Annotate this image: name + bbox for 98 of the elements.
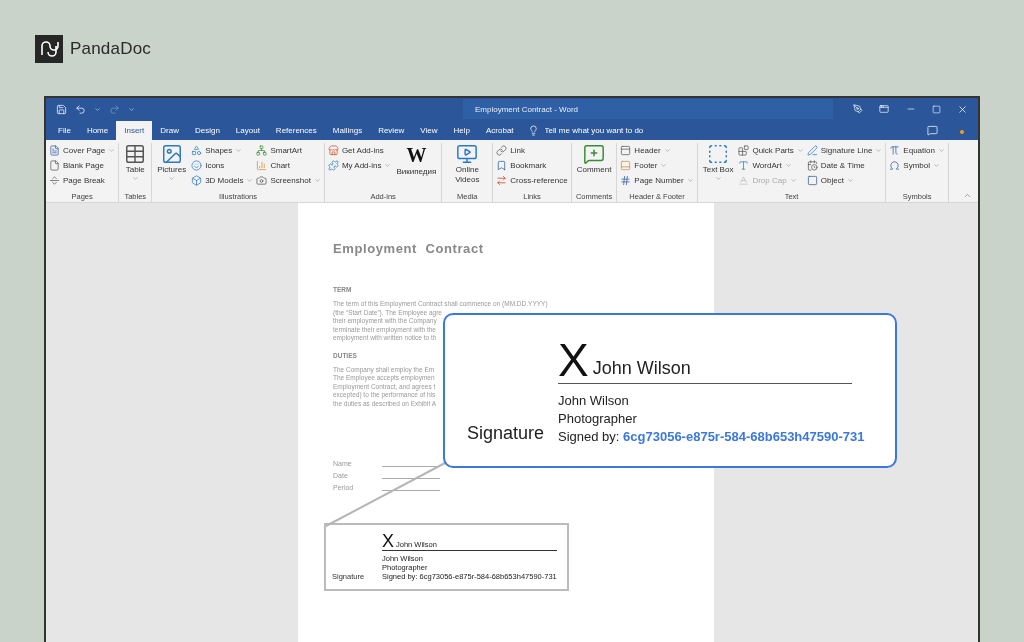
link-icon [496, 145, 508, 156]
ribbon-button[interactable]: Signature Line [806, 143, 883, 158]
signature-label: Signature [467, 423, 546, 444]
page-break-icon [49, 175, 60, 186]
lightbulb-icon [527, 125, 539, 136]
ribbon-tab[interactable]: Review [370, 121, 413, 140]
ribbon-button[interactable]: Table [122, 143, 149, 191]
caret-icon [128, 105, 135, 113]
video-icon [456, 143, 479, 165]
ribbon-button[interactable]: Chart [256, 158, 321, 173]
object-icon [806, 175, 818, 186]
ribbon-tab[interactable]: Insert [116, 121, 153, 140]
ribbon-button[interactable]: Object [806, 173, 883, 188]
text-box-icon [707, 143, 730, 165]
ribbon-button[interactable]: Quick Parts [738, 143, 804, 158]
comment-icon [583, 143, 605, 165]
comment-icon [927, 125, 938, 136]
ribbon-button[interactable]: Blank Page [49, 158, 116, 173]
signature-mark: X [558, 341, 589, 379]
ribbon-button[interactable]: My Add-ins [327, 158, 392, 173]
ribbon-button[interactable]: Shapes [191, 143, 254, 158]
close-icon [957, 103, 969, 115]
ribbon-tab[interactable]: Help [445, 121, 478, 140]
omega-icon [889, 160, 901, 171]
notification-dot [960, 130, 964, 134]
ribbon-button[interactable]: Icons [191, 158, 254, 173]
ribbon-tab[interactable]: Layout [227, 121, 268, 140]
pen-icon [853, 104, 864, 114]
ribbon-button[interactable]: Text Box [700, 143, 736, 191]
signed-by-text: Signed by: 6cg73056-e875r-584-68b653h47590-731 [558, 429, 865, 444]
table-icon [124, 143, 147, 165]
drop-cap-icon [738, 175, 750, 186]
redo-icon [109, 103, 120, 115]
caret-icon [94, 105, 101, 113]
signer-name: John Wilson [558, 393, 630, 408]
ribbon-button[interactable]: SmartArt [256, 143, 321, 158]
ribbon-button[interactable]: Footer [620, 158, 694, 173]
blocks-icon [738, 145, 750, 156]
ribbon-tab[interactable]: Mailings [324, 121, 371, 140]
letter-icon [738, 160, 750, 171]
ribbon-button[interactable]: WordArt [738, 158, 804, 173]
ribbon-button[interactable]: Get Add-ins [327, 143, 392, 158]
ribbon-button[interactable]: Comment [574, 143, 614, 191]
ribbon-button[interactable]: W Википедия [394, 143, 439, 191]
ribbon-tab[interactable]: References [267, 121, 325, 140]
ribbon-button[interactable]: Online Videos [445, 143, 490, 191]
document-title: Employment Contract [333, 241, 485, 256]
page-icon [49, 145, 60, 156]
page-number-icon [620, 175, 632, 186]
ribbon-button[interactable]: Cover Page [49, 143, 116, 158]
ribbon-button[interactable]: Date & Time [806, 158, 883, 173]
cross-reference-icon [496, 175, 508, 186]
window-title: Employment Contract - Word [463, 99, 833, 119]
blank-page-icon [49, 160, 60, 171]
pi-icon [889, 145, 901, 156]
smiley-icon [191, 160, 203, 171]
shapes-icon [191, 145, 203, 156]
bar-chart-icon [256, 160, 268, 171]
signature-name: John Wilson [592, 358, 691, 379]
diagram-icon [256, 145, 268, 156]
ribbon-tab[interactable]: Design [186, 121, 228, 140]
ribbon-button[interactable]: Header [620, 143, 694, 158]
ribbon-button[interactable]: Cross-reference [496, 173, 568, 188]
ribbon-button[interactable]: Page Break [49, 173, 116, 188]
store-icon [327, 145, 339, 156]
ribbon-button[interactable]: Symbol [889, 158, 945, 173]
undo-icon [75, 103, 86, 115]
signer-role: Photographer [558, 411, 638, 426]
save-icon [56, 103, 67, 115]
logo-icon [35, 35, 63, 63]
ribbon-button[interactable]: Page Number [620, 173, 694, 188]
pen-icon [806, 145, 818, 156]
bookmark-icon [496, 160, 508, 171]
ribbon-button[interactable]: Bookmark [496, 158, 568, 173]
puzzle-icon [327, 160, 339, 171]
signature-mark: X [382, 533, 394, 549]
maximize-icon [932, 104, 942, 114]
footer-icon [620, 160, 632, 171]
ribbon-tab[interactable]: Draw [152, 121, 187, 140]
brand-name: PandaDoc [70, 39, 151, 59]
ribbon-tab[interactable]: File [50, 121, 79, 140]
ribbon-display-icon [879, 104, 890, 114]
tell-me-field[interactable]: Tell me what you want to do [544, 126, 685, 135]
calendar-icon [806, 160, 818, 171]
camera-icon [256, 175, 268, 186]
ribbon-button[interactable]: Pictures [155, 143, 189, 191]
cube-icon [191, 175, 203, 186]
ribbon-tab[interactable]: Acrobat [478, 121, 522, 140]
ribbon-button[interactable]: Link [496, 143, 568, 158]
wikipedia-logo: W [406, 143, 427, 167]
header-icon [620, 145, 632, 156]
ribbon-button[interactable]: Equation [889, 143, 945, 158]
ribbon-button[interactable]: Screenshot [256, 173, 321, 188]
ribbon-tab[interactable]: Home [78, 121, 117, 140]
ribbon-tab[interactable]: View [412, 121, 446, 140]
collapse-icon [963, 191, 972, 200]
picture-icon [160, 143, 183, 165]
ribbon-button[interactable]: 3D Models [191, 173, 254, 188]
